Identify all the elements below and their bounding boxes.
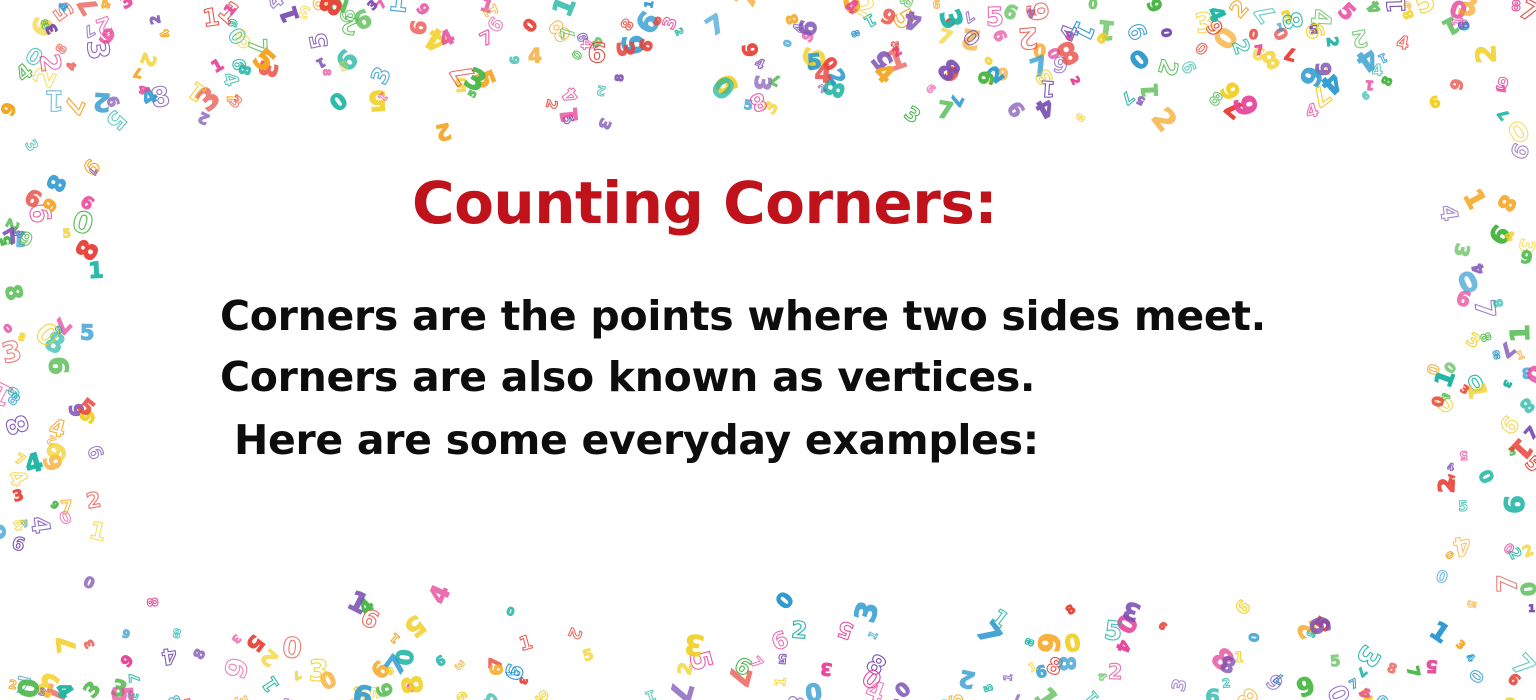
slide: Counting Corners: Corners are the points… bbox=[0, 0, 1536, 700]
slide-title: Counting Corners: bbox=[412, 169, 998, 237]
examples-line: Here are some everyday examples: bbox=[220, 416, 1039, 464]
definition-line: Corners are the points where two sides m… bbox=[220, 292, 1266, 340]
vertices-line: Corners are also known as vertices. bbox=[220, 353, 1036, 401]
